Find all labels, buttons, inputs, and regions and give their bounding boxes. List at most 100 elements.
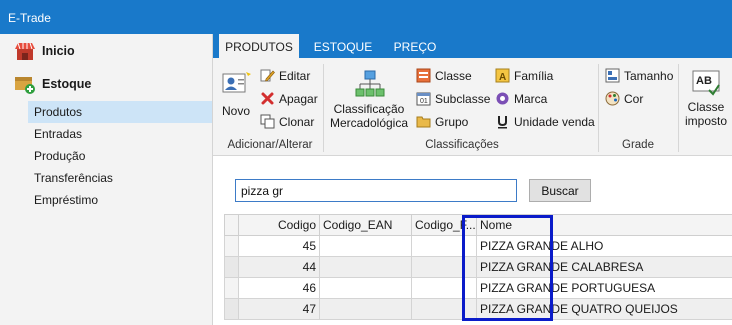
marca-button[interactable]: Marca [495, 91, 547, 106]
table-row[interactable]: 47 PIZZA GRANDE QUATRO QUEIJOS [224, 298, 732, 320]
sidebar-item-produtos[interactable]: Produtos [28, 101, 212, 123]
ribbon: Novo Editar Apagar Clonar Adicionar/Alte… [213, 58, 732, 156]
store-icon [14, 41, 36, 61]
cell-codigo[interactable]: 47 [238, 298, 320, 320]
cell-codigo[interactable]: 45 [238, 235, 320, 257]
sidebar-item-emprestimo[interactable]: Empréstimo [28, 189, 212, 211]
column-header-codigo-f[interactable]: Codigo_F... [411, 214, 477, 236]
row-header[interactable] [224, 277, 239, 299]
classe-imposto-label-1: Classe [687, 100, 725, 114]
cell-codigo-ean[interactable] [319, 235, 412, 257]
grupo-button[interactable]: Grupo [416, 114, 468, 129]
cell-nome[interactable]: PIZZA GRANDE PORTUGUESA [476, 277, 732, 299]
app-title: E-Trade [8, 11, 51, 25]
tamanho-label: Tamanho [624, 68, 674, 83]
clonar-button[interactable]: Clonar [260, 114, 314, 129]
group-label-adicionar: Adicionar/Alterar [227, 139, 313, 151]
editar-label: Editar [279, 68, 311, 83]
clone-icon [260, 114, 275, 129]
table-row[interactable]: 44 PIZZA GRANDE CALABRESA [224, 256, 732, 278]
cor-button[interactable]: Cor [605, 91, 643, 106]
classe-label: Classe [435, 68, 472, 83]
sidebar-item-transferencias[interactable]: Transferências [28, 167, 212, 189]
cell-nome[interactable]: PIZZA GRANDE CALABRESA [476, 256, 732, 278]
table-header-row: Codigo Codigo_EAN Codigo_F... Nome [224, 214, 732, 236]
cell-codigo[interactable]: 46 [238, 277, 320, 299]
row-header[interactable] [224, 256, 239, 278]
group-separator [323, 64, 324, 152]
delete-icon [260, 91, 275, 106]
apagar-label: Apagar [279, 91, 318, 106]
classe-button[interactable]: Classe [416, 68, 472, 83]
cell-codigo-ean[interactable] [319, 298, 412, 320]
subclasse-label: Subclasse [435, 91, 491, 106]
sidebar: Inicio Estoque Produtos Entradas Produçã… [0, 34, 213, 325]
brand-icon [495, 91, 510, 106]
tab-preco[interactable]: PREÇO [387, 34, 443, 58]
unidade-venda-button[interactable]: Unidade venda [495, 114, 595, 129]
cell-codigo[interactable]: 44 [238, 256, 320, 278]
cor-label: Cor [624, 91, 644, 106]
ribbon-tab-bar: PRODUTOS ESTOQUE PREÇO [213, 34, 732, 58]
column-header-codigo-ean[interactable]: Codigo_EAN [319, 214, 412, 236]
cell-codigo-f[interactable] [411, 235, 477, 257]
cell-nome[interactable]: PIZZA GRANDE QUATRO QUEIJOS [476, 298, 732, 320]
main-content: Buscar Codigo Codigo_EAN Codigo_F... Nom… [213, 157, 732, 325]
hierarchy-icon [327, 68, 411, 102]
cell-codigo-ean[interactable] [319, 256, 412, 278]
sidebar-section-inicio[interactable]: Inicio [14, 40, 75, 62]
column-header-nome[interactable]: Nome [476, 214, 732, 236]
palette-icon [605, 91, 620, 106]
clonar-label: Clonar [279, 114, 315, 129]
new-user-icon [219, 70, 253, 98]
novo-button[interactable]: Novo [219, 70, 253, 118]
sidebar-item-producao[interactable]: Produção [28, 145, 212, 167]
familia-button[interactable]: A Família [495, 68, 553, 83]
cell-nome[interactable]: PIZZA GRANDE ALHO [476, 235, 732, 257]
classe-imposto-label-2: imposto [684, 114, 728, 128]
box-add-icon [14, 74, 36, 94]
unidade-venda-label: Unidade venda [514, 114, 595, 129]
classe-imposto-button[interactable]: AB Classe imposto [681, 70, 731, 128]
table-row[interactable]: 46 PIZZA GRANDE PORTUGUESA [224, 277, 732, 299]
cell-codigo-f[interactable] [411, 256, 477, 278]
svg-text:A: A [499, 72, 506, 83]
group-label-classificacoes: Classificações [425, 139, 499, 151]
tamanho-button[interactable]: Tamanho [605, 68, 673, 83]
tab-produtos[interactable]: PRODUTOS [219, 34, 299, 58]
familia-label: Família [514, 68, 554, 83]
sidebar-item-entradas[interactable]: Entradas [28, 123, 212, 145]
search-button[interactable]: Buscar [529, 179, 591, 202]
column-header-codigo[interactable]: Codigo [238, 214, 320, 236]
classificacao-mercadologica-button[interactable]: Classificação Mercadológica [327, 68, 411, 130]
editar-button[interactable]: Editar [260, 68, 310, 83]
subclass-icon: 01 [416, 91, 431, 106]
tab-estoque[interactable]: ESTOQUE [309, 34, 377, 58]
row-header-corner [224, 214, 239, 236]
group-separator [678, 64, 679, 152]
grupo-label: Grupo [435, 114, 469, 129]
class-icon [416, 68, 431, 83]
svg-text:01: 01 [420, 98, 428, 105]
classificacao-label-1: Classificação [333, 102, 405, 116]
group-label-grade: Grade [622, 139, 654, 151]
spellcheck-icon: AB [681, 70, 731, 100]
sidebar-section-estoque[interactable]: Estoque [14, 73, 91, 95]
underline-icon [495, 114, 510, 129]
cell-codigo-f[interactable] [411, 298, 477, 320]
apagar-button[interactable]: Apagar [260, 91, 318, 106]
sidebar-section-label: Inicio [42, 44, 75, 58]
subclasse-button[interactable]: 01 Subclasse [416, 91, 490, 106]
search-input[interactable] [235, 179, 517, 202]
classificacao-label-2: Mercadológica [329, 116, 409, 130]
table-row[interactable]: 45 PIZZA GRANDE ALHO [224, 235, 732, 257]
products-table: Codigo Codigo_EAN Codigo_F... Nome 45 PI… [224, 214, 732, 320]
row-header[interactable] [224, 298, 239, 320]
size-icon [605, 68, 620, 83]
novo-label: Novo [221, 104, 250, 118]
cell-codigo-ean[interactable] [319, 277, 412, 299]
cell-codigo-f[interactable] [411, 277, 477, 299]
title-bar: E-Trade [0, 0, 732, 34]
folder-icon [416, 114, 431, 129]
row-header[interactable] [224, 235, 239, 257]
